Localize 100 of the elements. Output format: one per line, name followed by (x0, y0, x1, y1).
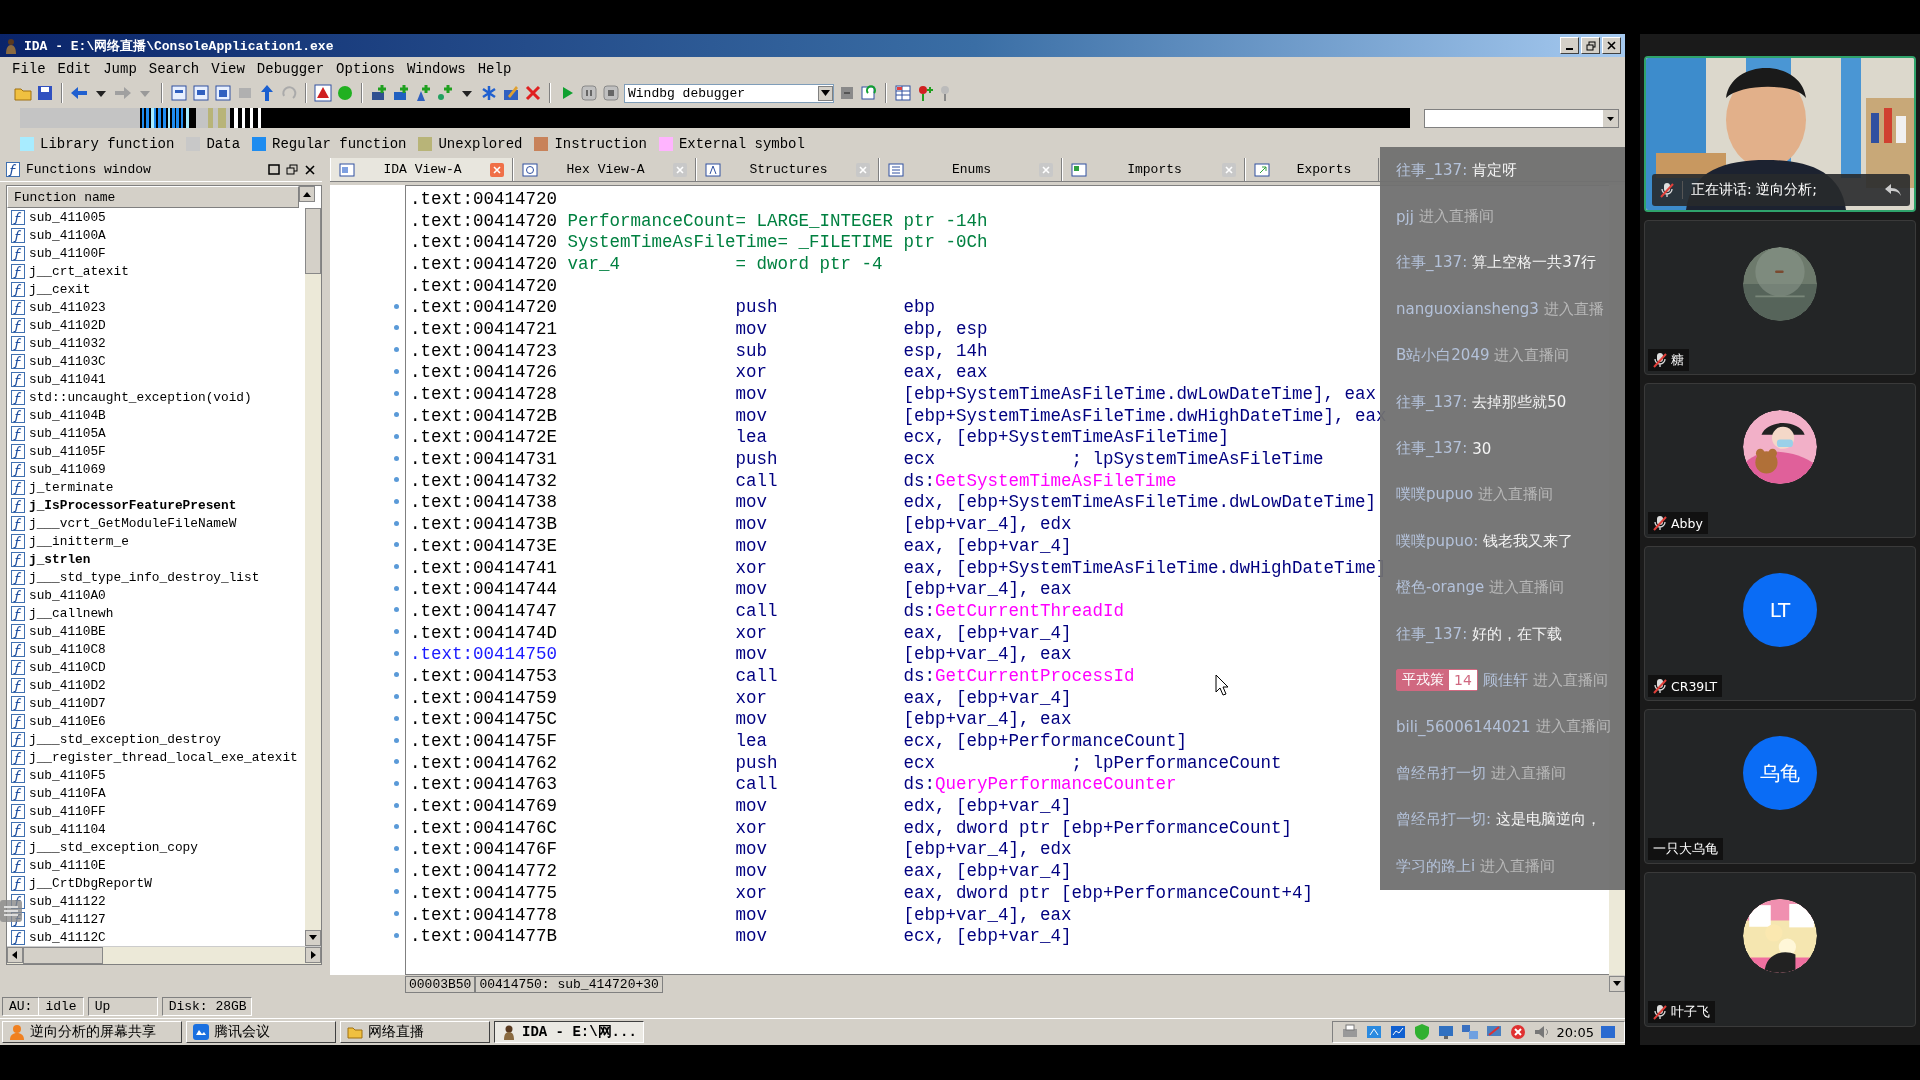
desktop-icon[interactable] (1600, 1024, 1616, 1040)
menu-item[interactable]: Options (330, 58, 401, 79)
chart-icon[interactable] (1388, 1023, 1407, 1041)
function-name[interactable]: j___std_type_info_destroy_list (29, 569, 260, 585)
function-name[interactable]: sub_41102D (29, 317, 106, 333)
function-name[interactable]: sub_4110A0 (29, 587, 106, 603)
menu-item[interactable]: Jump (97, 58, 143, 79)
scrollbar-thumb[interactable] (23, 947, 103, 964)
function-name[interactable]: sub_41105A (29, 425, 106, 441)
error-icon[interactable] (1508, 1023, 1527, 1041)
pin-icon[interactable] (916, 84, 934, 102)
menu-item[interactable]: File (6, 58, 52, 79)
tab[interactable]: Imports (1062, 158, 1245, 181)
function-name[interactable]: sub_41103C (29, 353, 106, 369)
function-name[interactable]: j__crt_atexit (29, 263, 129, 279)
maximize-icon[interactable] (268, 163, 280, 176)
document-icon[interactable] (214, 84, 232, 102)
taskbar-button[interactable]: 腾讯会议 (186, 1021, 336, 1043)
taskbar-button[interactable]: IDA - E:\网... (494, 1021, 644, 1043)
minimize-button[interactable] (1560, 37, 1579, 54)
restore-icon[interactable] (286, 163, 298, 176)
close-icon[interactable] (304, 163, 316, 176)
tab[interactable]: Structures (696, 158, 879, 181)
grid-icon[interactable] (894, 84, 912, 102)
scrollbar-thumb[interactable] (305, 208, 321, 274)
pause-icon[interactable] (580, 84, 598, 102)
function-name[interactable]: j__CrtDbgReportW (29, 875, 152, 891)
scroll-down-button[interactable] (1609, 976, 1625, 992)
menu-item[interactable]: Search (142, 58, 206, 79)
function-name[interactable]: sub_411127 (29, 911, 106, 927)
tab[interactable]: Exports (1245, 158, 1379, 181)
scroll-down-button[interactable] (305, 930, 321, 946)
function-name[interactable]: j___std_exception_copy (29, 839, 198, 855)
back-arrow-icon[interactable] (70, 84, 88, 102)
volume-icon[interactable] (1532, 1023, 1551, 1041)
taskbar-button[interactable]: 逆向分析的屏幕共享 (2, 1021, 182, 1043)
function-name[interactable]: sub_4110D2 (29, 677, 106, 693)
function-name[interactable]: sub_4110BE (29, 623, 106, 639)
function-name[interactable]: j__initterm_e (29, 533, 129, 549)
monitor-icon[interactable] (1436, 1023, 1455, 1041)
function-name[interactable]: sub_411005 (29, 209, 106, 225)
restore-button[interactable] (1581, 37, 1600, 54)
function-name[interactable]: sub_4110E6 (29, 713, 106, 729)
function-name[interactable]: j_strlen (29, 551, 91, 567)
function-name[interactable]: std::uncaught_exception(void) (29, 389, 252, 405)
up-arrow-icon[interactable] (258, 84, 276, 102)
function-name[interactable]: j___std_exception_destroy (29, 731, 221, 747)
network-icon[interactable] (1460, 1023, 1479, 1041)
function-name[interactable]: j__cexit (29, 281, 91, 297)
tab[interactable]: IDA View-A (330, 158, 513, 181)
menu-item[interactable]: View (205, 58, 251, 79)
scroll-right-button[interactable] (305, 947, 321, 963)
taskbar-button[interactable]: 网络直播 (340, 1021, 490, 1043)
menu-item[interactable]: Debugger (250, 58, 331, 79)
close-button[interactable] (1602, 37, 1621, 54)
function-name[interactable]: sub_411023 (29, 299, 106, 315)
scrollbar[interactable] (7, 946, 321, 964)
edit-icon[interactable] (502, 84, 520, 102)
save-icon[interactable] (36, 84, 54, 102)
asterisk-icon[interactable] (480, 84, 498, 102)
function-name[interactable]: sub_41104B (29, 407, 106, 423)
scrollbar[interactable] (305, 208, 321, 946)
step-icon[interactable] (838, 84, 856, 102)
navigation-band[interactable] (20, 108, 1410, 128)
function-name[interactable]: j___vcrt_GetModuleFileNameW (29, 515, 237, 531)
scroll-left-button[interactable] (7, 947, 23, 963)
function-name[interactable]: sub_4110CD (29, 659, 106, 675)
function-name[interactable]: sub_4110F5 (29, 767, 106, 783)
function-name[interactable]: sub_411041 (29, 371, 106, 387)
document-icon[interactable] (170, 84, 188, 102)
delete-icon[interactable] (524, 84, 542, 102)
function-name[interactable]: sub_411032 (29, 335, 106, 351)
stop-icon[interactable] (602, 84, 620, 102)
menu-item[interactable]: Windows (400, 58, 472, 79)
document-icon[interactable] (192, 84, 210, 102)
function-name[interactable]: sub_41100A (29, 227, 106, 243)
function-name[interactable]: j_terminate (29, 479, 114, 495)
function-name[interactable]: sub_411122 (29, 893, 106, 909)
handle-icon[interactable] (0, 900, 22, 922)
column-header[interactable]: Function name (7, 186, 299, 208)
menu-item[interactable]: Edit (51, 58, 98, 79)
plus-icon[interactable] (414, 84, 432, 102)
function-name[interactable]: sub_4110FF (29, 803, 106, 819)
plus-icon[interactable] (392, 84, 410, 102)
tab[interactable]: Enums (879, 158, 1062, 181)
function-name[interactable]: sub_41112C (29, 929, 106, 945)
function-name[interactable]: sub_41100F (29, 245, 106, 261)
address-field[interactable] (1424, 108, 1619, 128)
function-name[interactable]: j_IsProcessorFeaturePresent (29, 497, 237, 513)
network-icon[interactable] (1364, 1023, 1383, 1041)
function-name[interactable]: sub_41105F (29, 443, 106, 459)
function-name[interactable]: sub_4110D7 (29, 695, 106, 711)
debugger-select[interactable]: Windbg debugger (624, 83, 834, 103)
function-name[interactable]: sub_4110C8 (29, 641, 106, 657)
function-name[interactable]: sub_4110FA (29, 785, 106, 801)
tab[interactable]: Hex View-A (513, 158, 696, 181)
plus-icon[interactable] (370, 84, 388, 102)
warning-icon[interactable] (314, 84, 332, 102)
function-name[interactable]: j__callnewh (29, 605, 114, 621)
function-name[interactable]: sub_411069 (29, 461, 106, 477)
